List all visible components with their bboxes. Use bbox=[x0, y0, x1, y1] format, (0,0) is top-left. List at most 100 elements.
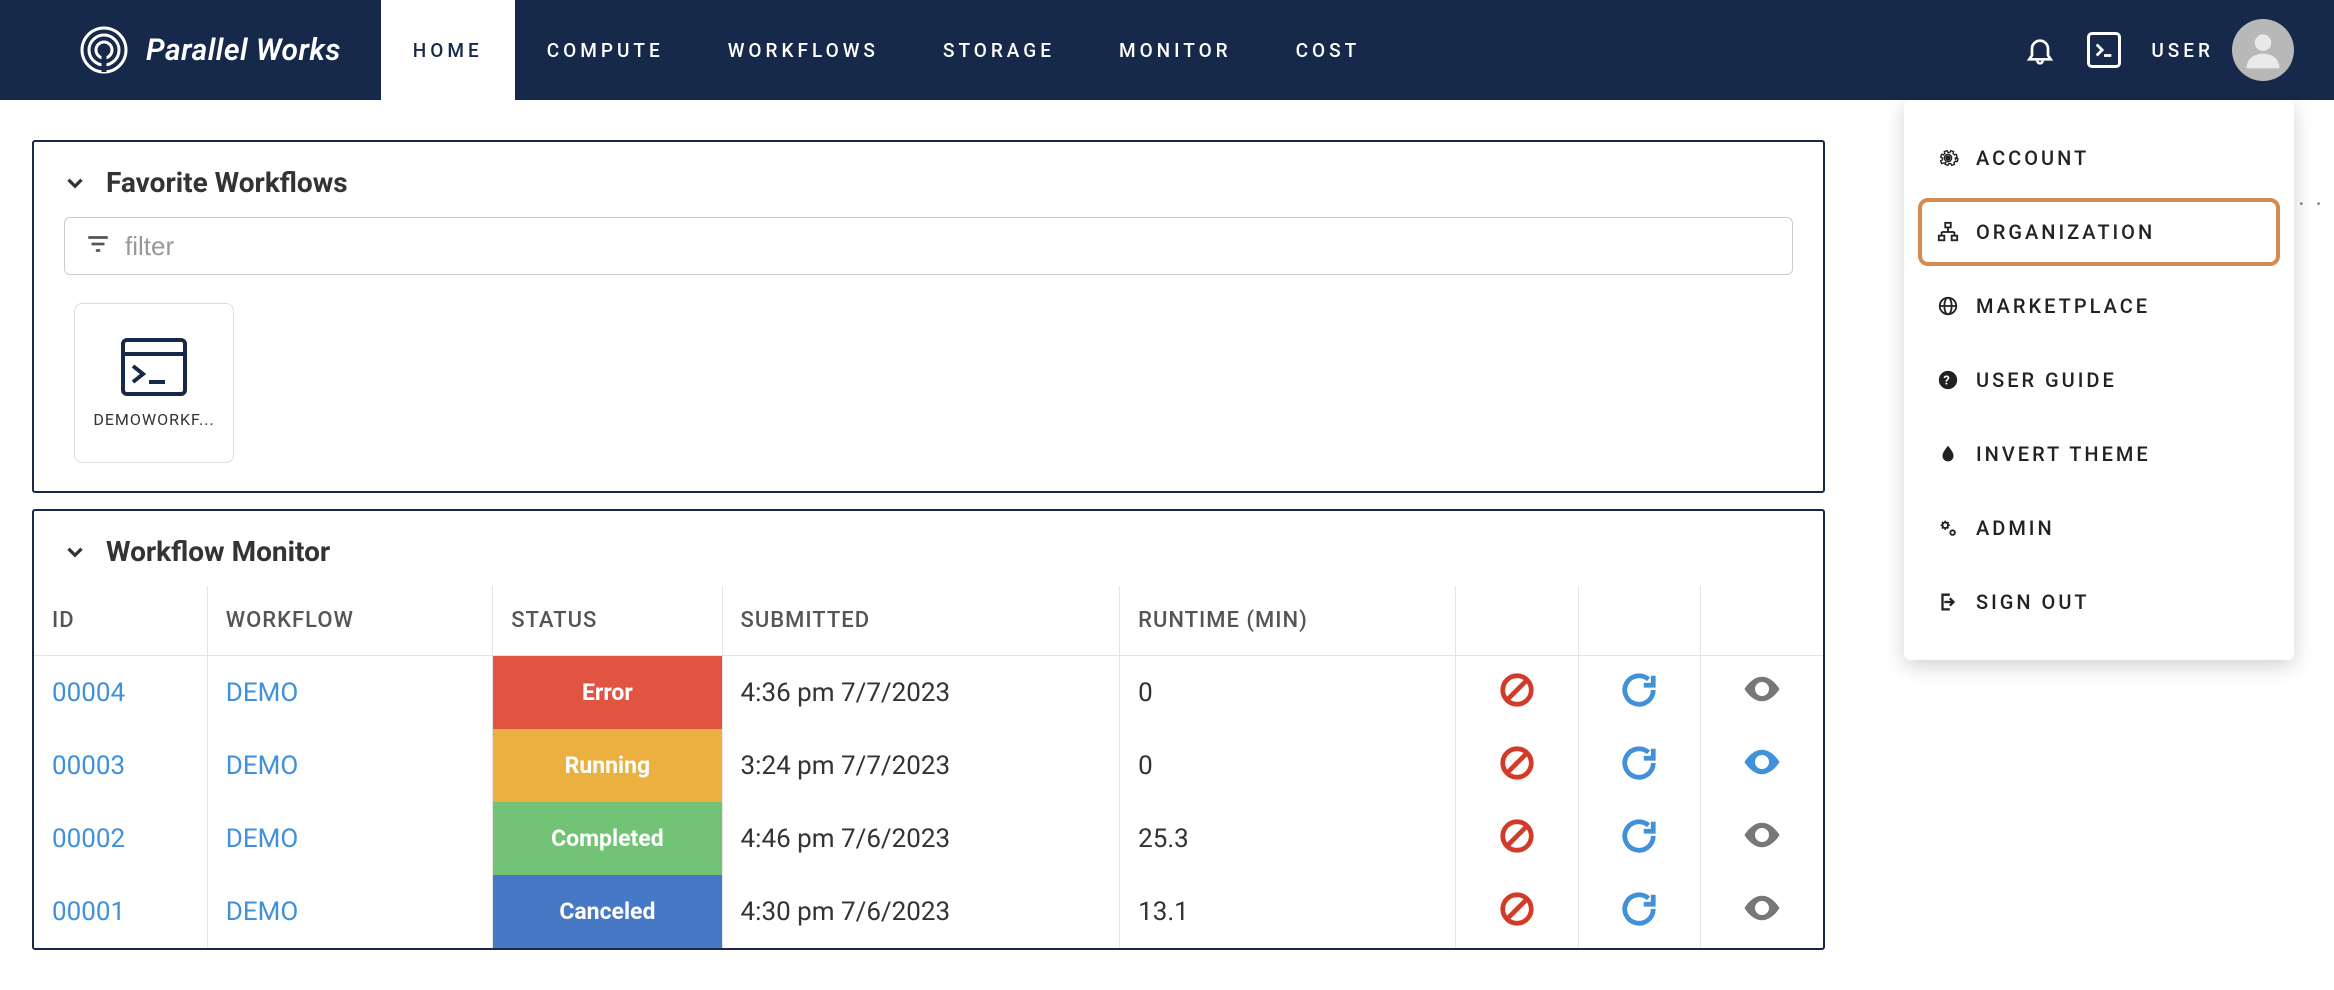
nav-item-compute[interactable]: COMPUTE bbox=[515, 0, 696, 100]
avatar-icon bbox=[2232, 19, 2294, 81]
retry-icon[interactable] bbox=[1618, 888, 1660, 930]
org-icon bbox=[1936, 220, 1960, 244]
col-id: ID bbox=[34, 586, 207, 656]
nav-item-monitor[interactable]: MONITOR bbox=[1087, 0, 1264, 100]
favorite-card-label: DEMOWORKF... bbox=[93, 410, 214, 429]
cancel-icon[interactable] bbox=[1496, 669, 1538, 711]
workflow-link[interactable]: DEMO bbox=[207, 802, 492, 875]
gears-icon bbox=[1936, 516, 1960, 540]
favorites-panel: Favorite Workflows bbox=[32, 140, 1825, 493]
nav-item-workflows[interactable]: WORKFLOWS bbox=[696, 0, 911, 100]
menu-item-admin[interactable]: ADMIN bbox=[1918, 494, 2280, 562]
user-dropdown: ACCOUNT ORGANIZATION MARKETPLACE ? USER … bbox=[1904, 100, 2294, 660]
table-row: 00003 DEMO Running 3:24 pm 7/7/2023 0 bbox=[34, 729, 1823, 802]
menu-item-account[interactable]: ACCOUNT bbox=[1918, 124, 2280, 192]
gear-icon bbox=[1936, 146, 1960, 170]
menu-item-label: ADMIN bbox=[1976, 516, 2055, 540]
brand-logo-icon bbox=[80, 26, 128, 74]
main-content: Favorite Workflows bbox=[0, 100, 1835, 990]
menu-item-label: MARKETPLACE bbox=[1976, 294, 2150, 318]
job-id-link[interactable]: 00002 bbox=[34, 802, 207, 875]
svg-text:?: ? bbox=[1943, 374, 1952, 389]
workflow-icon bbox=[121, 338, 187, 396]
brand[interactable]: Parallel Works bbox=[80, 26, 341, 74]
cancel-icon[interactable] bbox=[1496, 742, 1538, 784]
menu-item-label: ORGANIZATION bbox=[1976, 220, 2155, 244]
monitor-header: Workflow Monitor bbox=[34, 511, 1823, 586]
retry-icon[interactable] bbox=[1618, 815, 1660, 857]
job-id-link[interactable]: 00001 bbox=[34, 875, 207, 948]
nav-item-storage[interactable]: STORAGE bbox=[911, 0, 1087, 100]
terminal-icon[interactable] bbox=[2087, 33, 2121, 67]
job-id-link[interactable]: 00004 bbox=[34, 656, 207, 730]
workflow-link[interactable]: DEMO bbox=[207, 656, 492, 730]
table-row: 00002 DEMO Completed 4:46 pm 7/6/2023 25… bbox=[34, 802, 1823, 875]
nav-items: HOMECOMPUTEWORKFLOWSSTORAGEMONITORCOST bbox=[381, 0, 1392, 100]
table-row: 00001 DEMO Canceled 4:30 pm 7/6/2023 13.… bbox=[34, 875, 1823, 948]
drop-icon bbox=[1936, 442, 1960, 466]
view-icon[interactable] bbox=[1741, 887, 1783, 929]
col-runtime: RUNTIME (MIN) bbox=[1120, 586, 1456, 656]
retry-icon[interactable] bbox=[1618, 742, 1660, 784]
monitor-title: Workflow Monitor bbox=[106, 535, 330, 568]
submitted-cell: 4:30 pm 7/6/2023 bbox=[722, 875, 1120, 948]
runtime-cell: 0 bbox=[1120, 729, 1456, 802]
user-label: USER bbox=[2151, 39, 2214, 62]
menu-item-label: USER GUIDE bbox=[1976, 368, 2117, 392]
bell-icon[interactable] bbox=[2023, 33, 2057, 67]
top-nav: Parallel Works HOMECOMPUTEWORKFLOWSSTORA… bbox=[0, 0, 2334, 100]
view-icon[interactable] bbox=[1741, 741, 1783, 783]
retry-icon[interactable] bbox=[1618, 669, 1660, 711]
menu-item-label: SIGN OUT bbox=[1976, 590, 2090, 614]
nav-item-cost[interactable]: COST bbox=[1264, 0, 1393, 100]
monitor-table: ID WORKFLOW STATUS SUBMITTED RUNTIME (MI… bbox=[34, 586, 1823, 948]
menu-item-invert-theme[interactable]: INVERT THEME bbox=[1918, 420, 2280, 488]
job-id-link[interactable]: 00003 bbox=[34, 729, 207, 802]
runtime-cell: 13.1 bbox=[1120, 875, 1456, 948]
favorites-title: Favorite Workflows bbox=[106, 166, 348, 199]
submitted-cell: 4:46 pm 7/6/2023 bbox=[722, 802, 1120, 875]
filter-input[interactable] bbox=[125, 231, 1772, 262]
menu-item-user-guide[interactable]: ? USER GUIDE bbox=[1918, 346, 2280, 414]
favorites-cards: DEMOWORKF... bbox=[34, 303, 1823, 491]
monitor-panel: Workflow Monitor ID WORKFLOW STATUS SUBM… bbox=[32, 509, 1825, 950]
signout-icon bbox=[1936, 590, 1960, 614]
nav-item-home[interactable]: HOME bbox=[381, 0, 515, 100]
status-badge: Completed bbox=[493, 802, 721, 875]
col-status: STATUS bbox=[493, 586, 722, 656]
workflow-link[interactable]: DEMO bbox=[207, 875, 492, 948]
menu-item-marketplace[interactable]: MARKETPLACE bbox=[1918, 272, 2280, 340]
submitted-cell: 4:36 pm 7/7/2023 bbox=[722, 656, 1120, 730]
col-action-view bbox=[1701, 586, 1823, 656]
workflow-link[interactable]: DEMO bbox=[207, 729, 492, 802]
runtime-cell: 0 bbox=[1120, 656, 1456, 730]
help-icon: ? bbox=[1936, 368, 1960, 392]
view-icon[interactable] bbox=[1741, 814, 1783, 856]
menu-item-label: INVERT THEME bbox=[1976, 442, 2151, 466]
status-badge: Error bbox=[493, 656, 721, 729]
chevron-down-icon[interactable] bbox=[62, 170, 88, 196]
status-badge: Canceled bbox=[493, 875, 721, 948]
status-badge: Running bbox=[493, 729, 721, 802]
chevron-down-icon[interactable] bbox=[62, 539, 88, 565]
menu-item-label: ACCOUNT bbox=[1976, 146, 2089, 170]
user-menu-toggle[interactable]: USER bbox=[2151, 19, 2294, 81]
filter-box[interactable] bbox=[64, 217, 1793, 275]
cancel-icon[interactable] bbox=[1496, 815, 1538, 857]
col-action-retry bbox=[1578, 586, 1700, 656]
nav-right: USER bbox=[2023, 19, 2294, 81]
view-icon[interactable] bbox=[1741, 668, 1783, 710]
col-action-cancel bbox=[1456, 586, 1578, 656]
favorites-header: Favorite Workflows bbox=[34, 142, 1823, 217]
cancel-icon[interactable] bbox=[1496, 888, 1538, 930]
filter-icon bbox=[85, 231, 111, 261]
col-submitted: SUBMITTED bbox=[722, 586, 1120, 656]
col-workflow: WORKFLOW bbox=[207, 586, 492, 656]
menu-item-organization[interactable]: ORGANIZATION bbox=[1918, 198, 2280, 266]
submitted-cell: 3:24 pm 7/7/2023 bbox=[722, 729, 1120, 802]
table-row: 00004 DEMO Error 4:36 pm 7/7/2023 0 bbox=[34, 656, 1823, 730]
menu-item-sign-out[interactable]: SIGN OUT bbox=[1918, 568, 2280, 636]
favorite-card[interactable]: DEMOWORKF... bbox=[74, 303, 234, 463]
brand-name: Parallel Works bbox=[146, 33, 341, 68]
globe-icon bbox=[1936, 294, 1960, 318]
